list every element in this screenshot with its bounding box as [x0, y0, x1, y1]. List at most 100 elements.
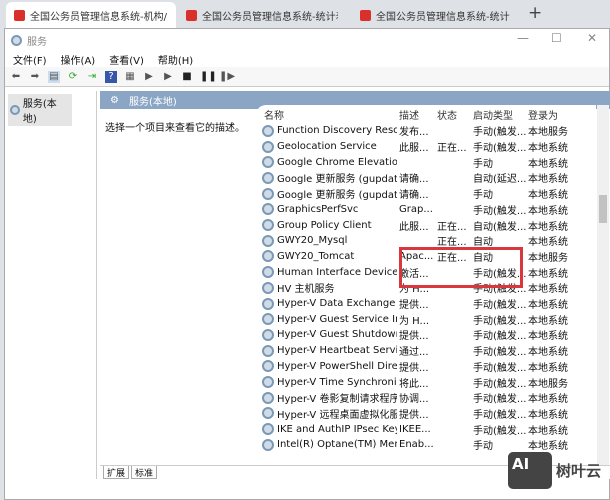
service-row[interactable]: Hyper-V Time Synchroniza...将此... 手动(触发...…	[256, 374, 596, 390]
tree-item-label: 服务(本地)	[22, 99, 57, 125]
menu-view[interactable]: 查看(V)	[109, 52, 144, 67]
service-name: Group Policy Client	[277, 219, 372, 231]
refresh-icon[interactable]: ⟳	[67, 71, 79, 83]
column-startup-type[interactable]: 启动类型	[473, 107, 527, 122]
service-row[interactable]: Intel(R) Optane(TM) Mem...Enab... 手动 本地系统	[256, 437, 596, 453]
service-startup-type: 自动(延迟...	[473, 174, 527, 186]
browser-tab[interactable]: 全国公务员管理信息系统-机构/✕	[6, 2, 176, 28]
service-description: 通过...	[399, 347, 429, 359]
service-startup-type: 自动	[473, 237, 493, 249]
column-status[interactable]: 状态	[437, 107, 473, 122]
service-startup-type: 手动	[473, 190, 493, 202]
service-log-on-as: 本地系统	[528, 331, 568, 343]
close-icon[interactable]: ✕	[587, 31, 597, 45]
vertical-scrollbar[interactable]	[597, 105, 609, 465]
column-log-on-as[interactable]: 登录为	[528, 107, 588, 122]
start-alt-icon[interactable]: ▶	[162, 71, 174, 83]
service-status: 正在...	[437, 143, 467, 155]
menu-file[interactable]: 文件(F)	[13, 52, 47, 67]
service-description: IKEE...	[399, 423, 431, 435]
show-tree-icon[interactable]: ▤	[48, 70, 60, 83]
export-icon[interactable]: ⇥	[86, 71, 98, 83]
service-name: GraphicsPerfSvc	[277, 203, 359, 215]
restart-icon[interactable]: ❚▶	[219, 71, 235, 83]
service-gear-icon	[262, 171, 274, 184]
service-description: 此服...	[399, 221, 429, 233]
service-startup-type: 手动(触发...	[473, 143, 527, 155]
service-row[interactable]: Hyper-V PowerShell Direct...提供... 手动(触发..…	[256, 359, 596, 375]
column-description[interactable]: 描述	[399, 107, 435, 122]
service-row[interactable]: Hyper-V Guest Shutdown ...提供... 手动(触发...本…	[256, 327, 596, 343]
service-row[interactable]: Group Policy Client 此服... 正在... 自动(触发... 本地系…	[256, 217, 596, 233]
pause-icon[interactable]: ❚❚	[200, 71, 217, 83]
app-favicon-icon	[186, 9, 197, 21]
properties-icon[interactable]: ▦	[124, 71, 136, 83]
service-description: 此服...	[399, 143, 429, 155]
service-row[interactable]: Hyper-V Heartbeat Service 通过... 手动(触发... 本地…	[256, 343, 596, 359]
column-name[interactable]: 名称	[264, 107, 384, 122]
service-startup-type: 手动	[473, 158, 493, 170]
app-favicon-icon	[360, 9, 371, 21]
service-row[interactable]: GraphicsPerfSvc Grap... 手动(触发... 本地系统	[256, 202, 596, 218]
window-title: 服务	[27, 36, 47, 48]
service-gear-icon	[262, 297, 274, 310]
service-row[interactable]: Hyper-V 远程桌面虚拟化服... 提供... 手动(触发... 本地系统	[256, 406, 596, 422]
forward-icon[interactable]: ➡	[29, 71, 41, 83]
service-row[interactable]: Hyper-V 卷影复制请求程序 协调... 手动(触发... 本地系统	[256, 390, 596, 406]
service-row[interactable]: Hyper-V Guest Service Int...为 H... 手动(触发.…	[256, 311, 596, 327]
service-description: Enab...	[399, 439, 434, 451]
minimize-icon[interactable]: —	[517, 31, 529, 45]
service-gear-icon	[262, 407, 274, 420]
browser-tab[interactable]: 全国公务员管理信息系统-统计表	[178, 2, 338, 28]
service-name: Google Chrome Elevation ...	[277, 156, 397, 168]
service-name: Google 更新服务 (gupdate)	[277, 174, 397, 186]
service-name: Hyper-V 卷影复制请求程序	[277, 394, 397, 406]
start-icon[interactable]: ▶	[143, 71, 155, 83]
tree-item-services-local[interactable]: 服务(本地)	[8, 94, 72, 126]
service-name: Hyper-V Data Exchange Se...	[277, 298, 397, 310]
scrollbar-thumb[interactable]	[599, 195, 607, 223]
watermark-logo: AI	[508, 452, 552, 489]
service-name: IKE and AuthIP IPsec Keyin...	[277, 423, 397, 435]
details-pane: ⚙ 服务(本地) 选择一个项目来查看它的描述。 名称 描述 状态 启动类型 登录为…	[100, 91, 610, 479]
service-name: Google 更新服务 (gupdate...	[277, 190, 397, 202]
new-tab-icon[interactable]: +	[528, 3, 542, 23]
services-icon	[10, 105, 20, 115]
service-startup-type: 手动	[473, 441, 493, 453]
service-row[interactable]: Function Discovery Resour...发布... 手动(触发..…	[256, 123, 596, 139]
toolbar: ⬅ ➡ ▤ ⟳ ⇥ ? ▦ ▶ ▶ ■ ❚❚ ❚▶	[5, 67, 609, 87]
column-header-row: 名称 描述 状态 启动类型 登录为	[256, 107, 596, 123]
highlight-box	[399, 247, 523, 288]
back-icon[interactable]: ⬅	[10, 71, 22, 83]
tab-extended[interactable]: 扩展	[103, 466, 130, 479]
menu-action[interactable]: 操作(A)	[61, 52, 96, 67]
service-description: 为 H...	[399, 315, 430, 327]
service-gear-icon	[262, 344, 274, 357]
service-startup-type: 自动(触发...	[473, 221, 527, 233]
help-icon[interactable]: ?	[105, 70, 117, 83]
service-gear-icon	[262, 266, 274, 279]
stop-icon[interactable]: ■	[181, 71, 193, 83]
service-startup-type: 手动(触发...	[473, 409, 527, 421]
tab-standard[interactable]: 标准	[131, 466, 158, 479]
service-row[interactable]: Geolocation Service 此服... 正在... 手动(触发... 本地系…	[256, 139, 596, 155]
service-row[interactable]: Google 更新服务 (gupdate...请确... 手动 本地系统	[256, 186, 596, 202]
service-row[interactable]: Hyper-V Data Exchange Se...提供... 手动(触发...…	[256, 296, 596, 312]
menu-help[interactable]: 帮助(H)	[158, 52, 193, 67]
service-log-on-as: 本地系统	[528, 315, 568, 327]
browser-tab[interactable]: 全国公务员管理信息系统-统计	[352, 2, 512, 28]
title-bar: 服务 — ☐ ✕	[5, 29, 609, 51]
service-row[interactable]: Google 更新服务 (gupdate) 请确... 自动(延迟... 本地系统	[256, 170, 596, 186]
maximize-icon[interactable]: ☐	[551, 31, 562, 45]
service-row[interactable]: IKE and AuthIP IPsec Keyin...IKEE... 手动(触…	[256, 421, 596, 437]
service-row[interactable]: Google Chrome Elevation ... 手动 本地系统	[256, 154, 596, 170]
service-name: Geolocation Service	[277, 141, 377, 153]
service-startup-type: 手动(触发...	[473, 127, 527, 139]
service-log-on-as: 本地系统	[528, 394, 568, 406]
service-log-on-as: 本地系统	[528, 300, 568, 312]
service-log-on-as: 本地系统	[528, 190, 568, 202]
tab-title: 全国公务员管理信息系统-统计	[376, 11, 510, 23]
service-log-on-as: 本地系统	[528, 174, 568, 186]
service-startup-type: 手动(触发...	[473, 331, 527, 343]
service-gear-icon	[262, 234, 274, 247]
